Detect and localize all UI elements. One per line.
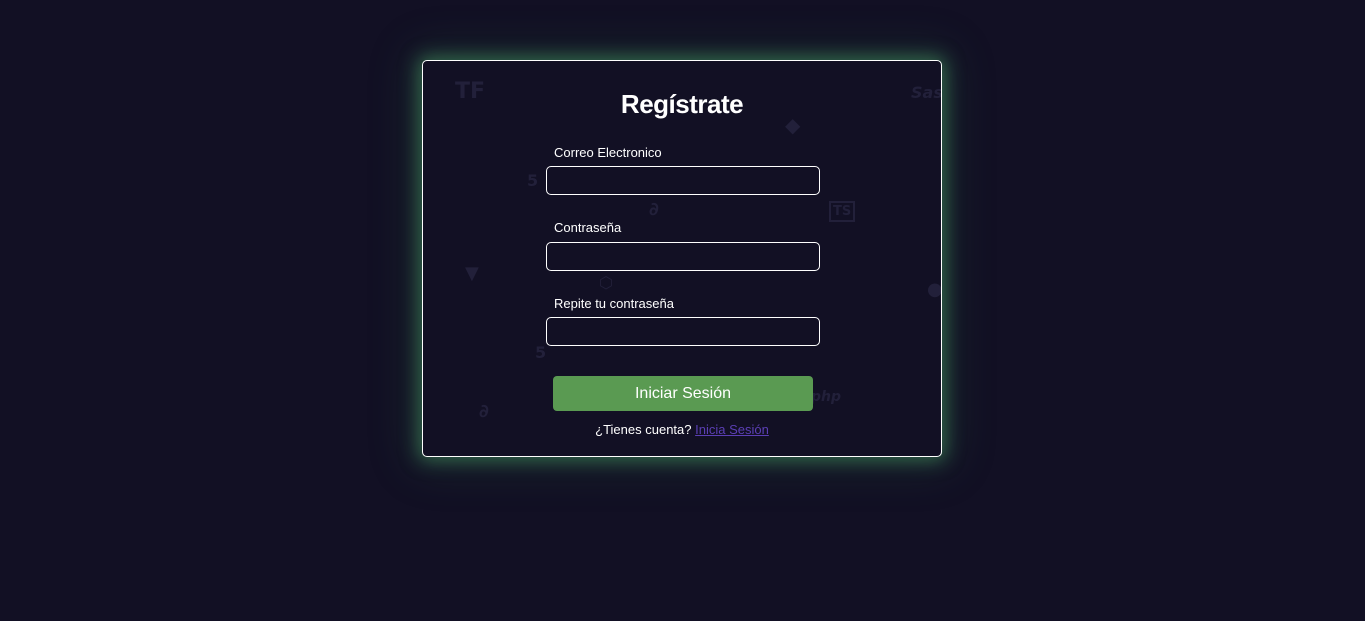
login-link[interactable]: Inicia Sesión	[695, 422, 769, 437]
repeat-password-field[interactable]	[546, 317, 820, 346]
repeat-password-label: Repite tu contraseña	[554, 296, 674, 311]
login-prompt: ¿Tienes cuenta? Inicia Sesión	[423, 422, 941, 437]
login-prompt-text: ¿Tienes cuenta?	[595, 422, 692, 437]
html5-icon: 5	[535, 343, 547, 362]
html5-icon: 5	[527, 171, 539, 190]
nodejs-icon: ⬡	[599, 273, 613, 292]
submit-button[interactable]: Iniciar Sesión	[553, 376, 813, 411]
python-icon: ●	[927, 279, 942, 300]
page-title: Regístrate	[620, 89, 744, 119]
password-field[interactable]	[546, 242, 820, 271]
register-card: TF Sass ◆ 5 TS ▼ ∂ ⬡ ● php 5 ∂ Regístrat…	[422, 60, 942, 457]
typescript-icon: TS	[829, 201, 856, 222]
email-label: Correo Electronico	[554, 145, 662, 160]
mysql-icon: ∂	[479, 401, 489, 422]
php-icon: php	[811, 389, 842, 405]
vue-icon: ▼	[465, 263, 479, 284]
email-field[interactable]	[546, 166, 820, 195]
password-label: Contraseña	[554, 220, 622, 235]
mysql-icon: ∂	[649, 199, 659, 220]
